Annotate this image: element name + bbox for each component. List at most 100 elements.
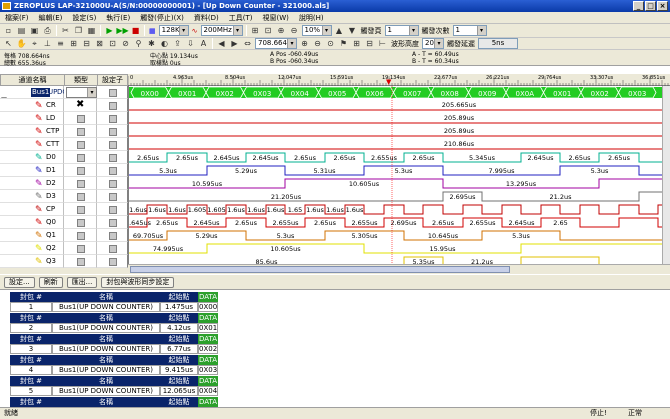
- signal-group-checkbox[interactable]: [77, 180, 85, 188]
- export-icon[interactable]: ⇪: [172, 38, 183, 49]
- left-icon[interactable]: ◀: [216, 38, 227, 49]
- print-icon[interactable]: ⎙: [42, 25, 53, 36]
- snapshot-icon[interactable]: ⊞: [351, 38, 362, 49]
- signal-row[interactable]: ✎ Q0: [0, 216, 670, 229]
- grid-icon[interactable]: ⊟: [364, 38, 375, 49]
- frequency-select[interactable]: 200MHz ▾: [200, 25, 243, 36]
- signal-trigger-checkbox[interactable]: [109, 193, 117, 201]
- ruler-icon[interactable]: ⊥: [42, 38, 53, 49]
- packet-list[interactable]: 封包 # 名稱 起始點 DATA 1 Bus1(UP DOWN COUNTER)…: [0, 290, 670, 407]
- signal-row[interactable]: ✎ D1: [0, 164, 670, 177]
- signal-trigger-checkbox[interactable]: [109, 141, 117, 149]
- pen-icon[interactable]: ✎: [35, 256, 43, 269]
- bookmark-icon[interactable]: ⚑: [338, 38, 349, 49]
- signal-row[interactable]: ✎ Q3: [0, 255, 670, 268]
- bus-group-select[interactable]: ▾: [66, 87, 97, 98]
- signal-trigger-checkbox[interactable]: [109, 219, 117, 227]
- run-repeat-icon[interactable]: ▶▶: [116, 25, 128, 36]
- bus-trigger-checkbox[interactable]: [109, 89, 117, 97]
- menu-data[interactable]: 資料(D): [189, 12, 224, 24]
- new-icon[interactable]: ▫: [3, 25, 14, 36]
- signal-group-checkbox[interactable]: [77, 167, 85, 175]
- wave-height-select[interactable]: 20 ▾: [422, 38, 444, 49]
- signal-group-checkbox[interactable]: [77, 115, 85, 123]
- menu-edit[interactable]: 編輯(E): [34, 12, 68, 24]
- packet-icon[interactable]: ⊠: [94, 38, 105, 49]
- signal-row[interactable]: ✎ D0: [0, 151, 670, 164]
- signal-group-checkbox[interactable]: [77, 141, 85, 149]
- menu-settings[interactable]: 設定(S): [67, 12, 101, 24]
- signal-trigger-checkbox[interactable]: [109, 154, 117, 162]
- color-icon[interactable]: ◐: [159, 38, 170, 49]
- signal-trigger-checkbox[interactable]: [109, 232, 117, 240]
- header-name[interactable]: 通道名稱: [1, 75, 65, 86]
- signal-group-checkbox[interactable]: [77, 128, 85, 136]
- run-icon[interactable]: ▶: [104, 25, 115, 36]
- zoom-select[interactable]: 10% ▾: [301, 25, 332, 36]
- menu-help[interactable]: 說明(H): [294, 12, 329, 24]
- menu-tools[interactable]: 工具(T): [224, 12, 258, 24]
- sample-depth-select[interactable]: 128K ▾: [158, 25, 189, 36]
- signal-trigger-checkbox[interactable]: [109, 115, 117, 123]
- settings-icon[interactable]: ✱: [146, 38, 157, 49]
- marker-icon[interactable]: ⌖: [29, 38, 40, 49]
- signal-trigger-checkbox[interactable]: [109, 245, 117, 253]
- signal-group-checkbox[interactable]: [77, 232, 85, 240]
- cut-icon[interactable]: ✂: [60, 25, 71, 36]
- zoom-in-2-icon[interactable]: ⊕: [299, 38, 310, 49]
- hop-select[interactable]: 1 ▾: [384, 25, 419, 36]
- time-ruler[interactable]: 0 4.963us 8.504us 12.047us 15.591us 19.1…: [128, 74, 670, 86]
- paste-icon[interactable]: ▦: [86, 25, 97, 36]
- signal-row[interactable]: ✎ D3: [0, 190, 670, 203]
- filter-icon[interactable]: ⊘: [120, 38, 131, 49]
- bus-icon[interactable]: ≡: [55, 38, 66, 49]
- settings-button[interactable]: 設定...: [4, 276, 35, 288]
- maximize-button[interactable]: □: [645, 1, 656, 11]
- signal-trigger-checkbox[interactable]: [109, 258, 117, 266]
- close-button[interactable]: ×: [657, 1, 668, 11]
- signal-row[interactable]: ✎ CR ✖: [0, 99, 670, 112]
- signal-group-checkbox[interactable]: [77, 219, 85, 227]
- right-icon[interactable]: ▶: [229, 38, 240, 49]
- count-select[interactable]: 1 ▾: [452, 25, 487, 36]
- time-per-div-select[interactable]: 708.664ns ▾: [255, 38, 297, 49]
- fit-icon[interactable]: ⇔: [242, 38, 253, 49]
- cursor-icon[interactable]: ↖: [3, 38, 14, 49]
- signal-group-checkbox[interactable]: [77, 154, 85, 162]
- import-icon[interactable]: ⇩: [185, 38, 196, 49]
- signal-trigger-checkbox[interactable]: [109, 128, 117, 136]
- copy-icon[interactable]: ❐: [73, 25, 84, 36]
- zoom-all-icon[interactable]: ⊙: [325, 38, 336, 49]
- cross-icon[interactable]: ✖: [76, 99, 84, 110]
- trigger-delay-input[interactable]: 5ns: [478, 38, 518, 49]
- trigger-icon[interactable]: ⊞: [250, 25, 261, 36]
- zoom-out-icon[interactable]: ⊖: [289, 25, 300, 36]
- signal-group-checkbox[interactable]: [77, 245, 85, 253]
- stop-icon[interactable]: ■: [130, 25, 141, 36]
- decode-icon[interactable]: ⊡: [107, 38, 118, 49]
- minimize-button[interactable]: _: [633, 1, 644, 11]
- save-icon[interactable]: ▣: [29, 25, 40, 36]
- signal-group-checkbox[interactable]: [77, 193, 85, 201]
- refresh-button[interactable]: 刷新: [38, 276, 63, 288]
- signal-row[interactable]: ✎ Q2: [0, 242, 670, 255]
- zoom-out-2-icon[interactable]: ⊖: [312, 38, 323, 49]
- hand-icon[interactable]: ✋: [16, 38, 27, 49]
- measure-icon[interactable]: ⊢: [377, 38, 388, 49]
- menu-trigger[interactable]: 觸發(停止)(X): [135, 12, 189, 24]
- sync-settings-button[interactable]: 封包與波形同步設定: [101, 276, 175, 288]
- group-icon[interactable]: ⊞: [68, 38, 79, 49]
- signal-row[interactable]: ✎ LD: [0, 112, 670, 125]
- zoom-in-icon[interactable]: ⊕: [276, 25, 287, 36]
- arrow-down-icon[interactable]: ▼: [347, 25, 358, 36]
- signal-row[interactable]: ✎ CP: [0, 203, 670, 216]
- signal-row[interactable]: ✎ D2: [0, 177, 670, 190]
- signal-trigger-checkbox[interactable]: [109, 206, 117, 214]
- menu-run[interactable]: 執行(E): [101, 12, 135, 24]
- search-icon[interactable]: ⚲: [133, 38, 144, 49]
- header-trigger[interactable]: 設定子: [98, 75, 128, 86]
- export-button[interactable]: 匯出...: [66, 276, 98, 288]
- open-icon[interactable]: ▤: [16, 25, 27, 36]
- signal-group-checkbox[interactable]: [77, 258, 85, 266]
- font-icon[interactable]: A: [198, 38, 209, 49]
